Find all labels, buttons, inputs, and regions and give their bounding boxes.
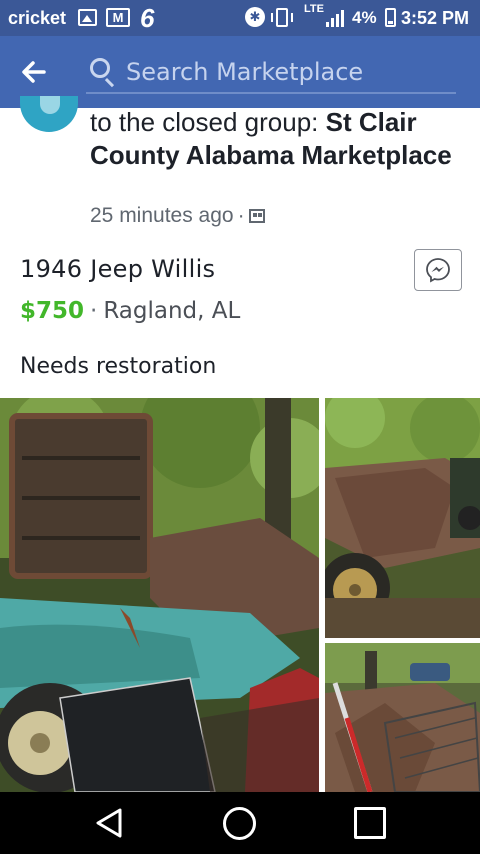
jeep-photo-2-image — [325, 398, 480, 638]
circle-home-icon[interactable] — [223, 807, 256, 840]
separator: · — [237, 204, 245, 227]
network-type: LTE — [304, 3, 324, 15]
back-button[interactable] — [20, 58, 60, 88]
square-recents-icon[interactable] — [354, 807, 386, 839]
triangle-back-icon[interactable] — [92, 806, 126, 840]
search-box[interactable] — [86, 52, 456, 94]
clock: 3:52 PM — [401, 8, 470, 28]
system-navigation-bar — [0, 792, 480, 854]
vibrate-icon — [271, 8, 293, 27]
group-privacy-icon — [248, 209, 265, 223]
post-header-prefix: to the closed group: — [90, 107, 326, 137]
jeep-photo-3-image — [325, 643, 480, 792]
battery-icon — [385, 8, 396, 27]
avatar[interactable] — [20, 96, 78, 132]
time-ago[interactable]: 25 minutes ago — [90, 204, 234, 227]
post-timestamp: 25 minutes ago · — [90, 204, 265, 228]
separator: · — [90, 298, 98, 324]
listing-price: $750 — [20, 298, 85, 324]
jeep-photo-main-image — [0, 398, 319, 792]
bluetooth-icon: ✱ — [245, 7, 265, 27]
price-location-row: $750 · Ragland, AL — [20, 298, 240, 324]
listing-photo-3[interactable] — [325, 643, 480, 792]
status-bar: cricket M 6 ✱ LTE 4% 3:52 PM — [0, 0, 480, 36]
messenger-icon — [426, 258, 450, 283]
image-notification-icon — [78, 9, 97, 26]
mail-notification-icon: M — [106, 8, 130, 27]
message-seller-button[interactable] — [414, 249, 462, 291]
post-header: to the closed group: St Clair County Ala… — [90, 106, 460, 172]
notification-count: 6 — [140, 3, 155, 33]
listing-photo-2[interactable] — [325, 398, 480, 638]
listing-location[interactable]: Ragland, AL — [103, 298, 240, 324]
carrier-label: cricket — [8, 8, 67, 28]
arrow-left-icon — [22, 61, 46, 83]
battery-percent: 4% — [352, 8, 377, 27]
listing-photo-main[interactable] — [0, 398, 319, 792]
listing-title: 1946 Jeep Willis — [20, 255, 216, 283]
search-icon — [90, 58, 110, 78]
signal-icon — [326, 10, 348, 27]
listing-description: Needs restoration — [20, 354, 217, 379]
search-input[interactable] — [126, 54, 446, 90]
